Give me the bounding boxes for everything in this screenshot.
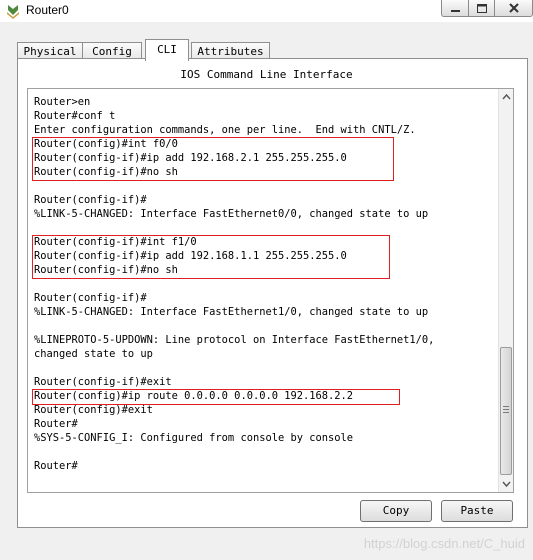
close-button[interactable] — [494, 0, 533, 17]
router-icon — [7, 5, 19, 19]
console-line: Router#conf t — [34, 110, 116, 122]
minimize-icon — [451, 10, 460, 12]
console-line: changed state to up — [34, 348, 153, 360]
console-line: %LINK-5-CHANGED: Interface FastEthernet1… — [34, 306, 429, 318]
console-line: Router# — [34, 460, 78, 472]
minimize-button[interactable] — [441, 0, 469, 17]
panel-heading: IOS Command Line Interface — [180, 68, 353, 81]
maximize-icon — [477, 4, 487, 13]
cli-console[interactable]: Router>en Router#conf t Enter configuratio… — [27, 88, 514, 493]
console-line: Router# — [34, 418, 78, 430]
console-line: Enter configuration commands, one per li… — [34, 124, 416, 136]
highlight-box-static-route — [32, 389, 400, 405]
console-line: Router>en — [34, 96, 91, 108]
console-line: %SYS-5-CONFIG_I: Configured from console… — [34, 432, 354, 444]
console-line: Router(config)#exit — [34, 404, 153, 416]
title-bar: Router0 — [0, 0, 533, 22]
console-line: Router(config-if)# — [34, 292, 147, 304]
console-line: Router(config-if)# — [34, 194, 147, 206]
watermark: https://blog.csdn.net/C_huid — [363, 536, 525, 551]
close-icon — [509, 3, 519, 13]
copy-button[interactable]: Copy — [360, 500, 432, 522]
scrollbar-thumb[interactable] — [500, 347, 512, 475]
scroll-down-icon[interactable] — [499, 476, 514, 492]
highlight-box-f1-config — [32, 235, 390, 279]
scroll-up-icon[interactable] — [499, 89, 514, 105]
console-line: Router(config-if)#exit — [34, 376, 172, 388]
console-line: %LINEPROTO-5-UPDOWN: Line protocol on In… — [34, 334, 435, 346]
paste-button[interactable]: Paste — [441, 500, 513, 522]
maximize-button[interactable] — [468, 0, 495, 17]
tab-cli[interactable]: CLI — [145, 39, 189, 61]
console-line: %LINK-5-CHANGED: Interface FastEthernet0… — [34, 208, 429, 220]
console-scrollbar[interactable] — [498, 89, 513, 492]
highlight-box-f0-config — [32, 137, 394, 181]
window-title: Router0 — [26, 3, 69, 17]
